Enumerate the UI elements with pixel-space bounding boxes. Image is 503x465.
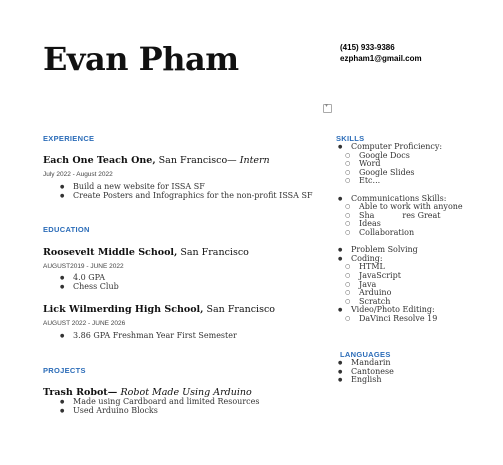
experience-title: Each One Teach One, San Francisco— Inter… xyxy=(43,155,270,166)
experience-org: Each One Teach One, xyxy=(43,155,156,166)
list-item: 3.86 GPA Freshman Year First Semester xyxy=(57,331,237,341)
list-item: Google Slides xyxy=(335,168,463,178)
list-item: English xyxy=(335,376,394,385)
school-name: Lick Wilmerding High School, xyxy=(43,304,204,315)
school-dates: AUGUST2019 - JUNE 2022 xyxy=(43,263,124,270)
experience-dates: July 2022 - August 2022 xyxy=(43,171,113,178)
list-item: DaVinci Resolve 19 xyxy=(335,314,463,324)
school-name: Roosevelt Middle School, xyxy=(43,247,178,258)
list-item: Arduino xyxy=(335,288,463,298)
experience-role: Intern xyxy=(239,155,270,166)
school-title: Lick Wilmerding High School, San Francis… xyxy=(43,304,275,315)
list-item: Collaboration xyxy=(335,228,463,238)
school-title: Roosevelt Middle School, San Francisco xyxy=(43,247,249,258)
resume-name: Evan Pham xyxy=(43,40,239,78)
languages-list: Mandarin Cantonese English xyxy=(335,358,394,385)
email-address: ezpham1@gmail.com xyxy=(340,54,422,63)
skills-list: Computer Proficiency: Google Docs Word G… xyxy=(335,142,463,324)
list-item: Used Arduino Blocks xyxy=(57,406,259,416)
school-bullets: 3.86 GPA Freshman Year First Semester xyxy=(57,331,237,341)
experience-location: San Francisco— xyxy=(155,155,240,166)
list-item: Coding: xyxy=(335,254,463,264)
chevron-down-icon[interactable]: ▾ xyxy=(323,102,332,113)
list-item: Create Posters and Infographics for the … xyxy=(57,191,313,201)
list-item: Sha res Great xyxy=(335,211,463,221)
school-dates: AUGUST 2022 - JUNE 2026 xyxy=(43,320,126,327)
phone-number: (415) 933-9386 xyxy=(340,43,395,52)
projects-heading: PROJECTS xyxy=(43,366,86,375)
list-item: JavaScript xyxy=(335,271,463,281)
list-item: Chess Club xyxy=(57,282,119,292)
list-item: Java xyxy=(335,280,463,290)
project-bullets: Made using Cardboard and limited Resourc… xyxy=(57,397,259,416)
school-location: San Francisco xyxy=(177,247,249,258)
list-item: Google Docs xyxy=(335,151,463,161)
experience-bullets: Build a new website for ISSA SF Create P… xyxy=(57,182,313,201)
list-item-text: Ideas xyxy=(359,219,381,229)
school-location: San Francisco xyxy=(203,304,276,315)
education-heading: EDUCATION xyxy=(43,225,90,234)
school-bullets: 4.0 GPA Chess Club xyxy=(57,273,119,292)
list-item: Etc... xyxy=(335,177,463,186)
resume-page: Evan Pham (415) 933-9386 ezpham1@gmail.c… xyxy=(0,0,503,465)
experience-heading: EXPERIENCE xyxy=(43,134,95,143)
